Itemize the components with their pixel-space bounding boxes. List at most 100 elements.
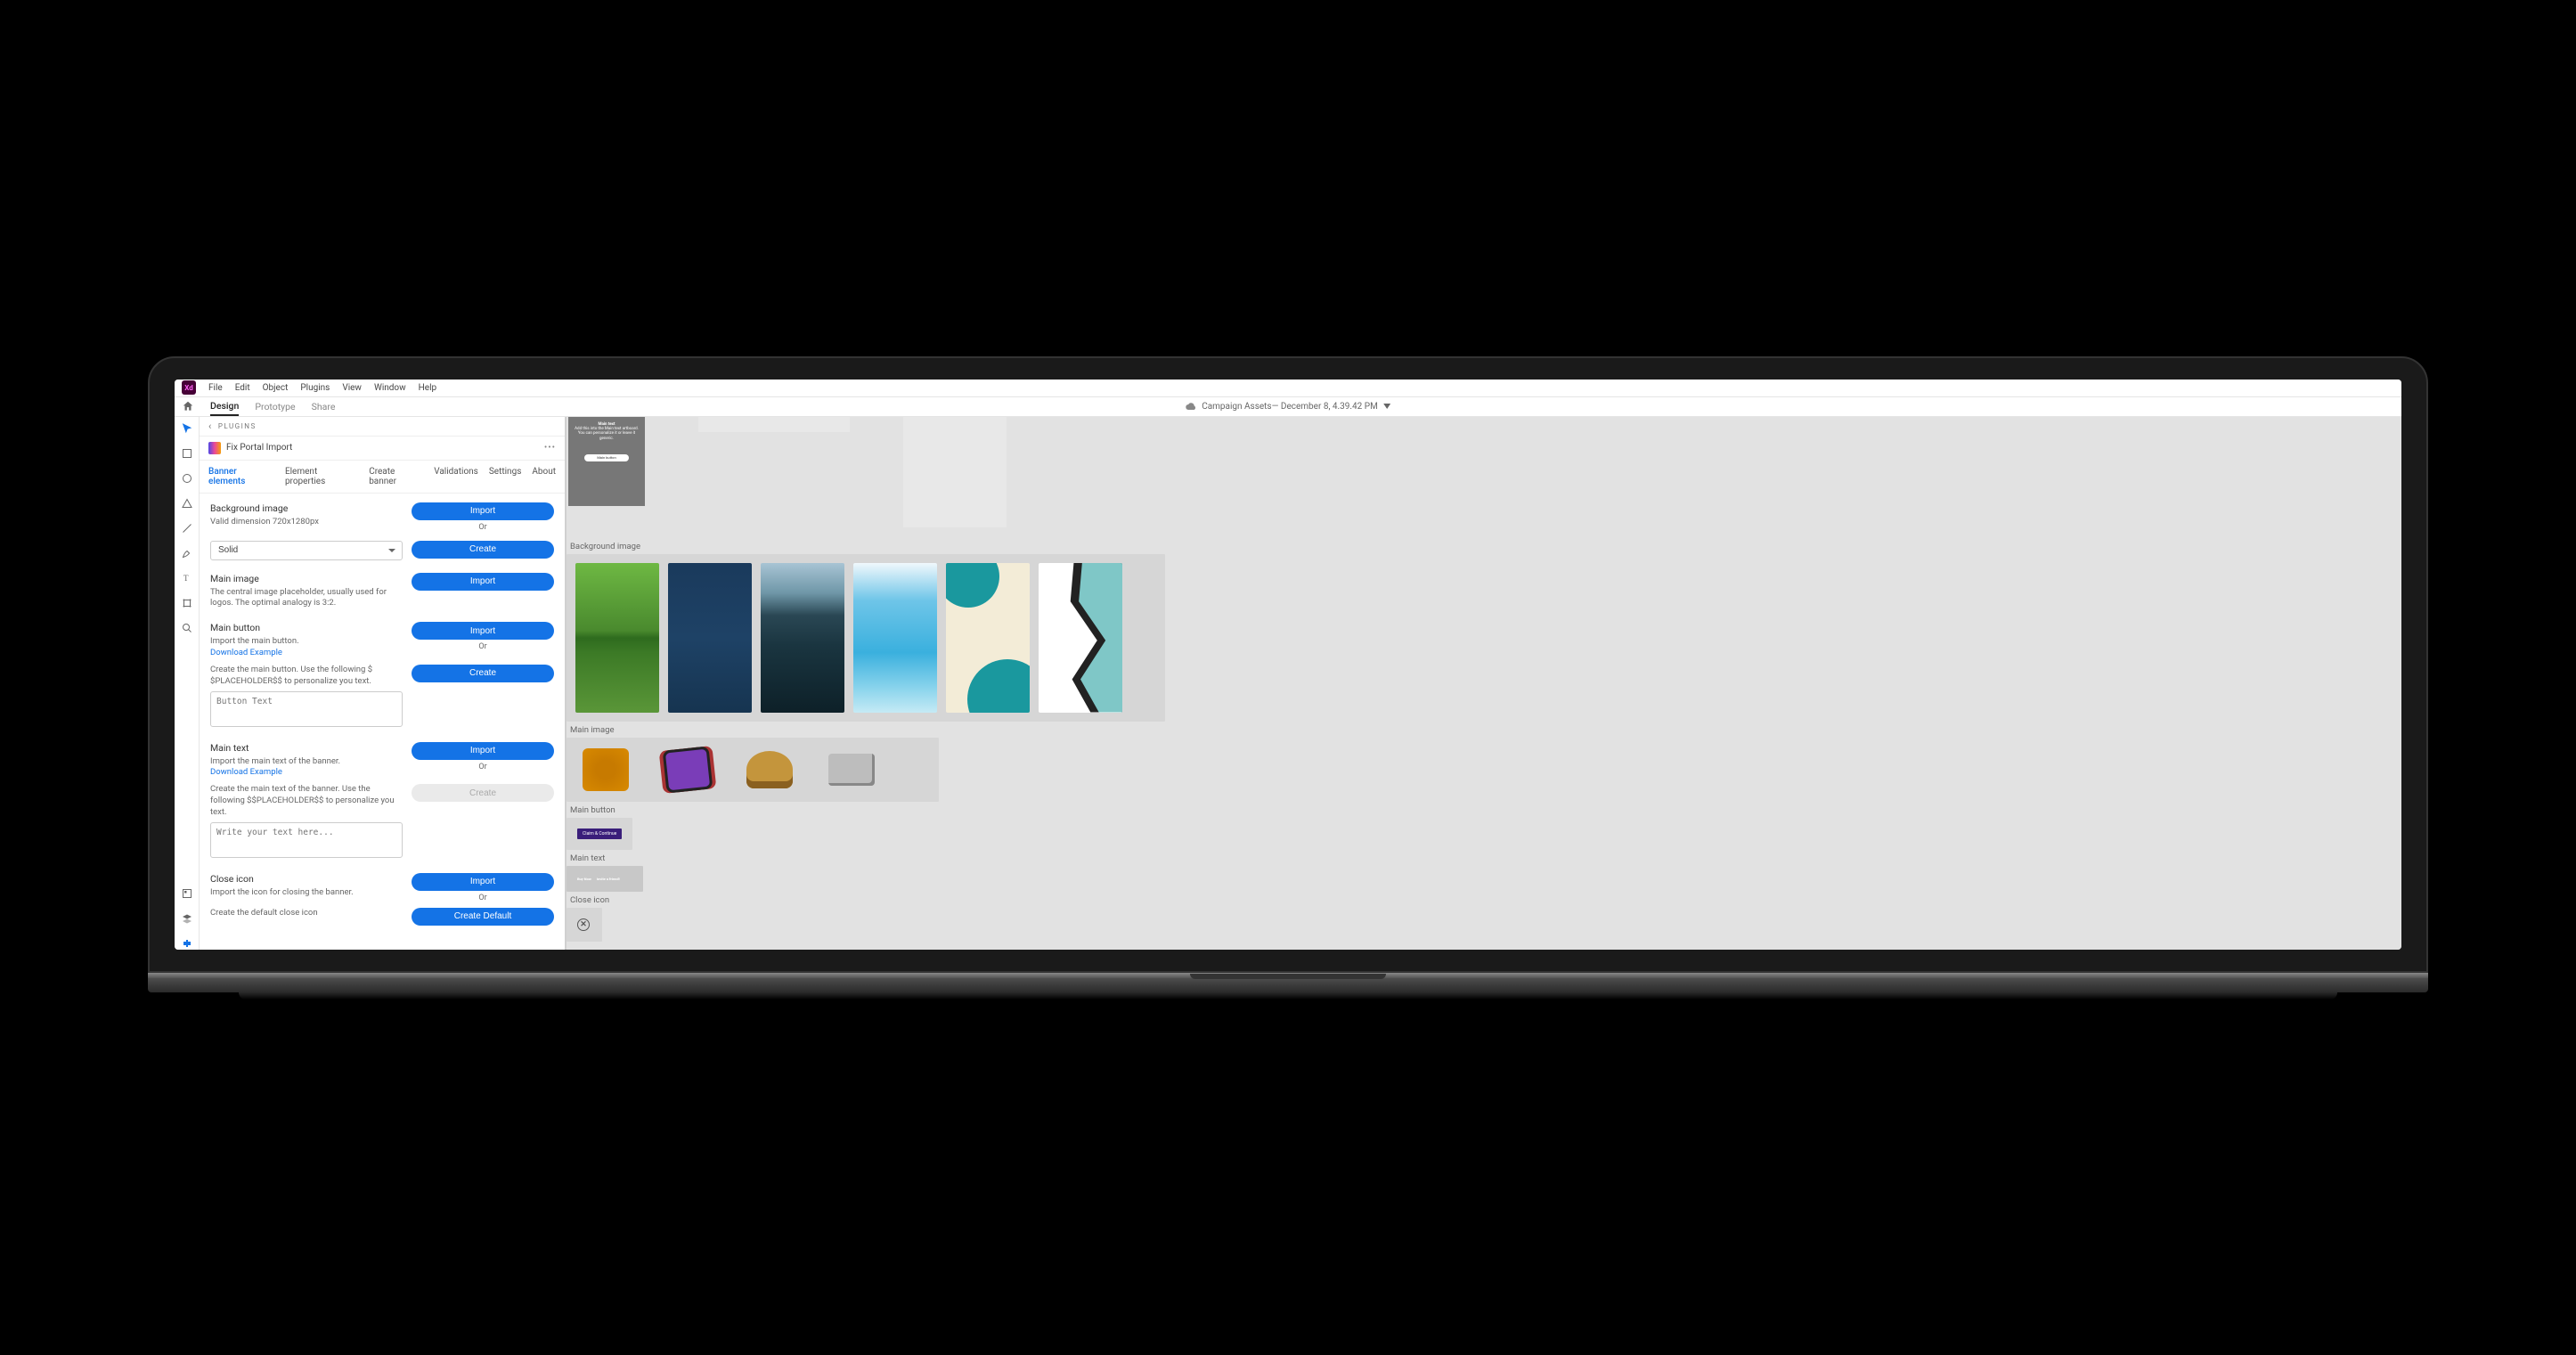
tab-settings[interactable]: Settings [489,467,522,486]
canvas-closeicon-label: Close icon [570,895,2401,905]
tab-validations[interactable]: Validations [434,467,478,486]
menu-plugins[interactable]: Plugins [300,383,330,393]
closeicon-create-desc: Create the default close icon [210,908,403,919]
menu-view[interactable]: View [342,383,362,393]
mainbtn-label: Main button [210,622,403,633]
plugin-title-row: Fix Portal Import ••• [200,437,565,461]
mode-bar: Design Prototype Share Campaign Assets— … [175,397,2401,417]
polygon-tool[interactable] [181,497,193,510]
or-divider: Or [412,523,554,532]
zoom-tool[interactable] [181,622,193,634]
claim-button-asset[interactable]: Claim & Continue [577,829,622,839]
text-tool[interactable]: T [181,572,193,584]
main-button-strip[interactable]: Claim & Continue [567,818,632,850]
cloud-icon [1186,403,1196,410]
menu-file[interactable]: File [208,383,223,393]
plugins-panel-header[interactable]: ‹ PLUGINS [200,417,565,437]
tab-banner-elements[interactable]: Banner elements [208,467,274,486]
maintext-import-button[interactable]: Import [412,742,554,760]
main-text-strip[interactable]: Buy Now Invite a friend! [567,866,643,892]
mainimg-label: Main image [210,573,403,584]
document-title-dropdown[interactable]: Campaign Assets— December 8, 4.39.42 PM [1186,402,1390,412]
mainbtn-download-link[interactable]: Download Example [210,648,282,657]
maintext-text-input[interactable] [210,822,403,858]
bg-create-button[interactable]: Create [412,541,554,559]
menu-object[interactable]: Object [263,383,289,393]
main-text-asset-1[interactable]: Buy Now [577,877,591,881]
maintext-label: Main text [210,742,403,754]
mainbtn-text-input[interactable] [210,691,403,727]
bg-thumb-6[interactable] [1039,563,1122,713]
artboard-phone-preview[interactable]: Main text Add this into the Main text ar… [568,417,645,506]
close-icon-strip[interactable]: ✕ [567,908,602,942]
ellipse-tool[interactable] [181,472,193,485]
tab-share[interactable]: Share [312,401,336,412]
menu-help[interactable]: Help [419,383,436,393]
main-image-strip[interactable] [567,738,939,802]
rectangle-tool[interactable] [181,447,193,460]
plugin-name: Fix Portal Import [226,443,292,453]
plugin-more-icon[interactable]: ••• [544,443,556,453]
bg-section-desc: Valid dimension 720x1280px [210,517,403,528]
canvas-mainbtn-label: Main button [570,805,2401,815]
bg-thumb-1[interactable] [575,563,659,713]
home-icon[interactable] [182,400,194,412]
mainimg-thumb-3[interactable] [746,751,793,788]
bg-thumb-4[interactable] [853,563,937,713]
mainbtn-import-button[interactable]: Import [412,622,554,640]
plugin-logo-icon [208,442,221,454]
back-icon: ‹ [208,420,213,432]
plugins-panel-icon[interactable] [181,937,193,950]
mainimg-thumb-4[interactable] [828,754,875,786]
closeicon-create-default-button[interactable]: Create Default [412,908,554,926]
maintext-create-button[interactable]: Create [412,784,554,802]
line-tool[interactable] [181,522,193,535]
bg-thumb-2[interactable] [668,563,752,713]
bg-import-button[interactable]: Import [412,502,554,520]
phone-main-button: Main button [584,454,629,461]
mainimg-desc: The central image placeholder, usually u… [210,587,403,610]
or-divider: Or [412,894,554,902]
assets-panel-icon[interactable] [181,887,193,900]
tab-design[interactable]: Design [210,400,239,416]
tab-element-properties[interactable]: Element properties [285,467,358,486]
design-canvas[interactable]: Main text Add this into the Main text ar… [567,417,2401,950]
plugin-panel-body: Background image Valid dimension 720x128… [200,494,565,950]
maintext-desc: Import the main text of the banner. [210,756,403,768]
canvas-mainimg-label: Main image [570,725,2401,735]
mainimg-thumb-2[interactable] [663,746,713,793]
canvas-maintext-label: Main text [570,853,2401,863]
bg-fill-select[interactable]: Solid [210,541,403,560]
maintext-download-link[interactable]: Download Example [210,767,282,777]
tab-about[interactable]: About [532,467,556,486]
document-title: Campaign Assets— December 8, 4.39.42 PM [1202,402,1378,412]
pen-tool[interactable] [181,547,193,559]
mainbtn-create-button[interactable]: Create [412,665,554,682]
layers-panel-icon[interactable] [181,912,193,925]
app-icon: Xd [182,380,196,395]
closeicon-desc: Import the icon for closing the banner. [210,887,403,899]
tab-prototype[interactable]: Prototype [255,401,295,412]
mainimg-thumb-1[interactable] [583,748,629,791]
closeicon-import-button[interactable]: Import [412,873,554,891]
artboard-placeholder[interactable] [698,417,850,432]
select-tool[interactable] [181,422,193,435]
artboard-placeholder[interactable] [903,417,1007,527]
menu-edit[interactable]: Edit [235,383,250,393]
mainbtn-create-desc: Create the main button. Use the followin… [210,665,403,688]
menu-window[interactable]: Window [374,383,406,393]
tool-rail: T [175,417,200,950]
mainimg-import-button[interactable]: Import [412,573,554,591]
plugin-panel: ‹ PLUGINS Fix Portal Import ••• Banner e… [200,417,567,950]
mainbtn-desc: Import the main button. [210,636,403,648]
canvas-bg-label: Background image [570,542,2401,551]
bg-section-label: Background image [210,502,403,514]
bg-thumb-3[interactable] [761,563,844,713]
close-icon-asset[interactable]: ✕ [577,918,590,931]
main-text-asset-2[interactable]: Invite a friend! [597,877,620,881]
bg-thumb-5[interactable] [946,563,1030,713]
artboard-tool[interactable] [181,597,193,609]
tab-create-banner[interactable]: Create banner [369,467,423,486]
chevron-down-icon [1383,404,1390,409]
background-image-strip[interactable] [567,554,1165,722]
